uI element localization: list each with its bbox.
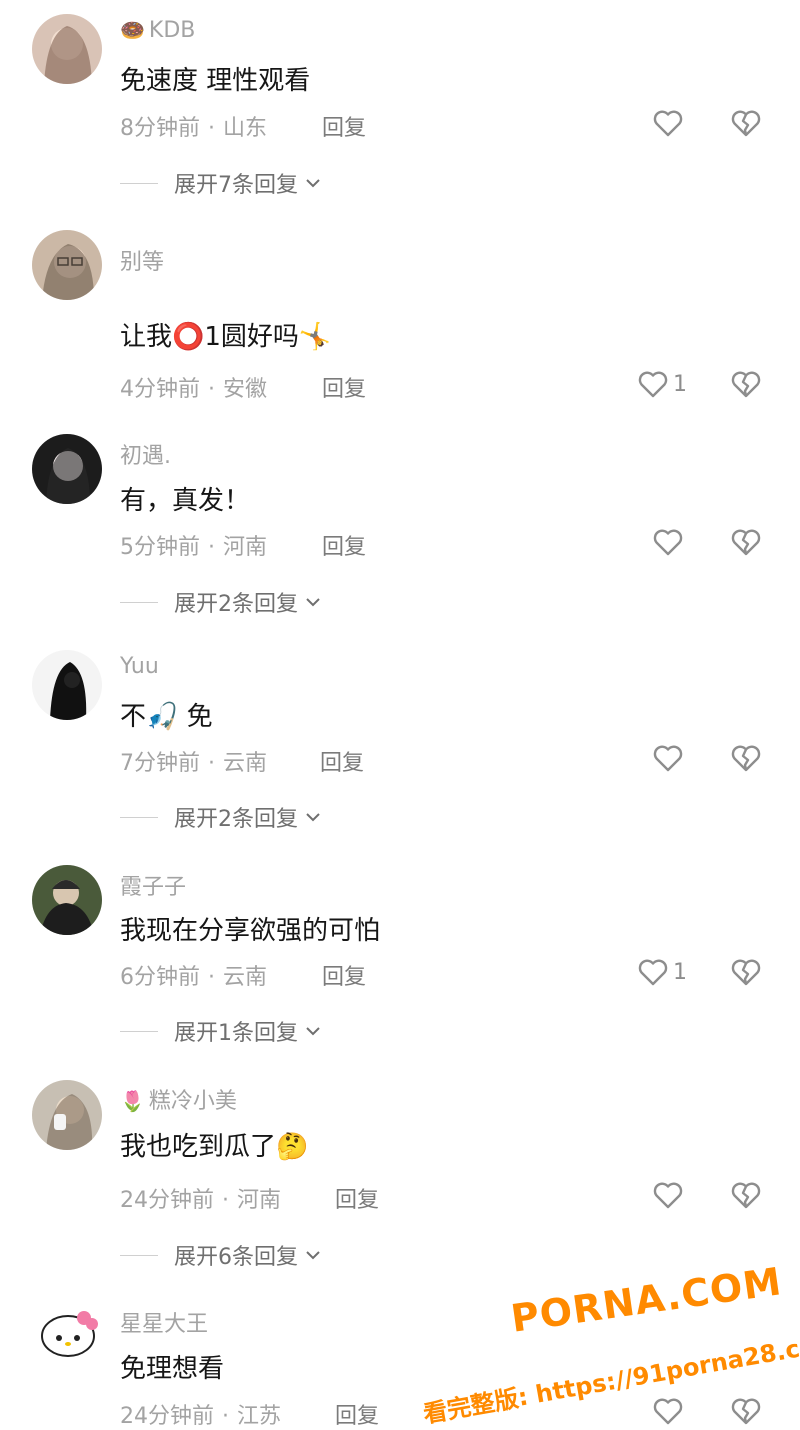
like-button[interactable]: [652, 743, 688, 773]
avatar[interactable]: [32, 1080, 102, 1150]
like-button[interactable]: 1: [637, 957, 687, 987]
like-button[interactable]: [652, 1180, 688, 1210]
broken-heart-icon: [731, 1182, 761, 1209]
expand-replies-button[interactable]: 展开7条回复: [120, 167, 322, 199]
reply-button[interactable]: 回复: [322, 110, 366, 142]
avatar[interactable]: [32, 230, 102, 300]
broken-heart-icon: [731, 110, 761, 137]
timestamp: 6分钟前: [120, 965, 200, 990]
heart-outline-icon: [653, 1398, 683, 1425]
dislike-button[interactable]: [730, 1396, 762, 1426]
comment-text: 我现在分享欲强的可怕: [120, 916, 381, 946]
emoji: 🤸: [298, 322, 332, 352]
username[interactable]: 🌷 糕冷小美: [120, 1083, 237, 1115]
location: 河南: [237, 1188, 282, 1213]
location: 云南: [223, 965, 268, 990]
avatar[interactable]: [32, 1302, 102, 1372]
comment-meta: 24分钟前 · 河南: [120, 1188, 282, 1213]
reply-button[interactable]: 回复: [320, 745, 364, 777]
location: 云南: [223, 751, 268, 776]
location: 安徽: [223, 377, 268, 402]
chevron-down-icon: [306, 1251, 320, 1260]
username[interactable]: 初遇.: [120, 438, 171, 470]
heart-outline-icon: [653, 745, 683, 772]
like-count: 1: [673, 371, 687, 397]
timestamp: 5分钟前: [120, 535, 200, 560]
comment-meta: 5分钟前 · 河南: [120, 535, 268, 560]
username[interactable]: Yuu: [120, 654, 159, 679]
reply-button[interactable]: 回复: [322, 371, 366, 403]
timestamp: 8分钟前: [120, 116, 200, 141]
broken-heart-icon: [731, 1398, 761, 1425]
username[interactable]: 🍩 KDB: [120, 18, 195, 43]
avatar[interactable]: [32, 434, 102, 504]
comment-meta: 24分钟前 · 江苏: [120, 1404, 282, 1429]
heart-outline-icon: [653, 529, 683, 556]
username[interactable]: 霞子子: [120, 869, 186, 901]
like-button[interactable]: [652, 527, 688, 557]
dislike-button[interactable]: [730, 108, 762, 138]
chevron-down-icon: [306, 179, 320, 188]
comment-text: 免理想看: [120, 1354, 225, 1384]
comment-meta: 8分钟前 · 山东: [120, 116, 268, 141]
tulip-badge-icon: 🌷: [120, 1089, 145, 1113]
heart-outline-icon: [653, 1182, 683, 1209]
donut-badge-icon: 🍩: [120, 18, 145, 42]
comment-text: 有，真发！: [120, 486, 251, 516]
heart-outline-icon: [653, 110, 683, 137]
dislike-button[interactable]: [730, 957, 762, 987]
reply-button[interactable]: 回复: [335, 1182, 379, 1214]
comment-meta: 4分钟前 · 安徽: [120, 377, 268, 402]
comment-text: 不🎣 免: [120, 702, 213, 732]
dislike-button[interactable]: [730, 527, 762, 557]
avatar[interactable]: [32, 14, 102, 84]
expand-replies-button[interactable]: 展开6条回复: [120, 1239, 322, 1271]
avatar[interactable]: [32, 865, 102, 935]
chevron-down-icon: [306, 598, 320, 607]
timestamp: 24分钟前: [120, 1404, 214, 1429]
broken-heart-icon: [731, 371, 761, 398]
reply-button[interactable]: 回复: [335, 1398, 379, 1430]
username[interactable]: 别等: [120, 244, 164, 276]
timestamp: 24分钟前: [120, 1188, 214, 1213]
heart-outline-icon: [638, 371, 668, 398]
avatar[interactable]: [32, 650, 102, 720]
chevron-down-icon: [306, 813, 320, 822]
like-button[interactable]: [652, 108, 688, 138]
username[interactable]: 星星大王: [120, 1306, 208, 1338]
dislike-button[interactable]: [730, 743, 762, 773]
watermark-brand: PORNA.COM: [508, 1259, 785, 1341]
broken-heart-icon: [731, 529, 761, 556]
location: 河南: [223, 535, 268, 560]
comment-meta: 7分钟前 · 云南: [120, 751, 268, 776]
broken-heart-icon: [731, 745, 761, 772]
expand-replies-button[interactable]: 展开2条回复: [120, 801, 322, 833]
expand-replies-button[interactable]: 展开2条回复: [120, 586, 322, 618]
dislike-button[interactable]: [730, 1180, 762, 1210]
like-count: 1: [673, 959, 687, 985]
emoji: 🤔: [276, 1132, 309, 1162]
timestamp: 4分钟前: [120, 377, 200, 402]
like-button[interactable]: 1: [637, 369, 687, 399]
reply-button[interactable]: 回复: [322, 529, 366, 561]
comment-text: 让我⭕1圆好吗🤸: [120, 322, 332, 352]
dislike-button[interactable]: [730, 369, 762, 399]
like-button[interactable]: [652, 1396, 688, 1426]
location: 山东: [223, 116, 268, 141]
timestamp: 7分钟前: [120, 751, 200, 776]
comment-text: 我也吃到瓜了🤔: [120, 1132, 309, 1162]
comment-meta: 6分钟前 · 云南: [120, 965, 268, 990]
comment-text: 免速度 理性观看: [120, 66, 311, 96]
location: 江苏: [237, 1404, 282, 1429]
heart-outline-icon: [638, 959, 668, 986]
chevron-down-icon: [306, 1027, 320, 1036]
expand-replies-button[interactable]: 展开1条回复: [120, 1015, 322, 1047]
reply-button[interactable]: 回复: [322, 959, 366, 991]
broken-heart-icon: [731, 959, 761, 986]
